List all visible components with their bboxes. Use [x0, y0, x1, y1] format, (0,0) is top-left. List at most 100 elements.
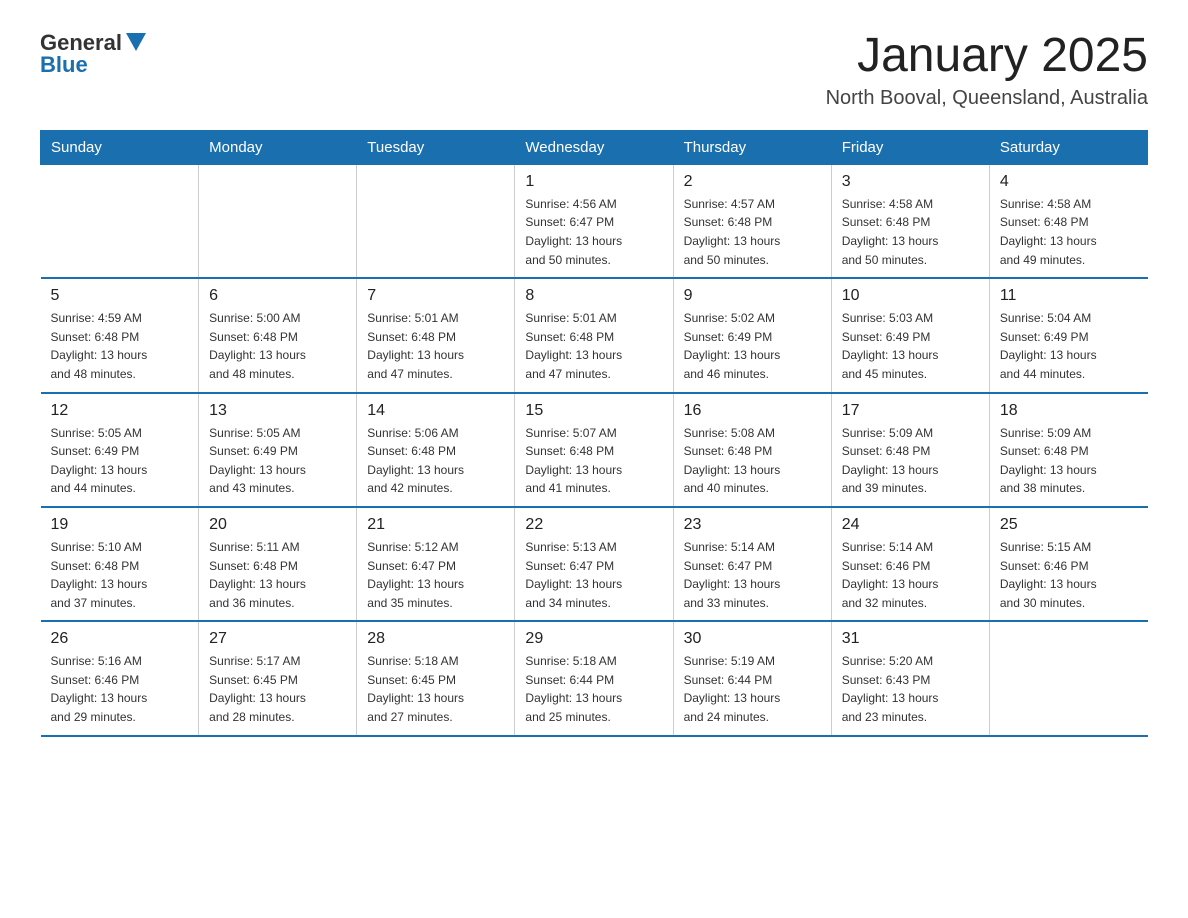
calendar-cell: 31 Sunrise: 5:20 AM Sunset: 6:43 PM Dayli… — [831, 621, 989, 735]
calendar-cell: 8 Sunrise: 5:01 AM Sunset: 6:48 PM Daylig… — [515, 278, 673, 392]
calendar-cell: 14 Sunrise: 5:06 AM Sunset: 6:48 PM Dayli… — [357, 393, 515, 507]
day-number: 29 — [525, 630, 662, 648]
calendar-header-sunday: Sunday — [41, 130, 199, 164]
day-info: Sunrise: 5:10 AM Sunset: 6:48 PM Dayligh… — [51, 538, 189, 612]
calendar-cell: 4Sunrise: 4:58 AM Sunset: 6:48 PM Daylig… — [989, 164, 1147, 278]
day-info: Sunrise: 5:02 AM Sunset: 6:49 PM Dayligh… — [684, 309, 821, 383]
logo: General Blue — [40, 30, 146, 78]
calendar-week-row: 5 Sunrise: 4:59 AM Sunset: 6:48 PM Daylig… — [41, 278, 1148, 392]
day-number: 14 — [367, 402, 504, 420]
calendar-cell: 27Sunrise: 5:17 AM Sunset: 6:45 PM Dayli… — [199, 621, 357, 735]
page-header: General Blue January 2025 North Booval, … — [40, 30, 1148, 110]
day-info: Sunrise: 5:01 AM Sunset: 6:48 PM Dayligh… — [525, 309, 662, 383]
calendar-header-wednesday: Wednesday — [515, 130, 673, 164]
day-info: Sunrise: 5:08 AM Sunset: 6:48 PM Dayligh… — [684, 424, 821, 498]
day-number: 23 — [684, 516, 821, 534]
day-number: 27 — [209, 630, 346, 648]
logo-arrow-icon — [126, 33, 146, 51]
calendar-cell — [989, 621, 1147, 735]
day-number: 28 — [367, 630, 504, 648]
calendar-header-row: SundayMondayTuesdayWednesdayThursdayFrid… — [41, 130, 1148, 164]
day-number: 31 — [842, 630, 979, 648]
calendar-cell: 20Sunrise: 5:11 AM Sunset: 6:48 PM Dayli… — [199, 507, 357, 621]
calendar-week-row: 12Sunrise: 5:05 AM Sunset: 6:49 PM Dayli… — [41, 393, 1148, 507]
day-number: 21 — [367, 516, 504, 534]
calendar-cell: 16 Sunrise: 5:08 AM Sunset: 6:48 PM Dayli… — [673, 393, 831, 507]
calendar-cell: 21 Sunrise: 5:12 AM Sunset: 6:47 PM Dayli… — [357, 507, 515, 621]
calendar-week-row: 1 Sunrise: 4:56 AM Sunset: 6:47 PM Daylig… — [41, 164, 1148, 278]
day-number: 1 — [525, 173, 662, 191]
day-number: 25 — [1000, 516, 1138, 534]
calendar-cell: 12Sunrise: 5:05 AM Sunset: 6:49 PM Dayli… — [41, 393, 199, 507]
day-info: Sunrise: 5:03 AM Sunset: 6:49 PM Dayligh… — [842, 309, 979, 383]
calendar-header-tuesday: Tuesday — [357, 130, 515, 164]
logo-blue-text: Blue — [40, 52, 88, 78]
day-number: 30 — [684, 630, 821, 648]
day-info: Sunrise: 5:07 AM Sunset: 6:48 PM Dayligh… — [525, 424, 662, 498]
day-info: Sunrise: 5:09 AM Sunset: 6:48 PM Dayligh… — [842, 424, 979, 498]
day-info: Sunrise: 4:58 AM Sunset: 6:48 PM Dayligh… — [842, 195, 979, 269]
location-title: North Booval, Queensland, Australia — [826, 87, 1148, 110]
day-number: 18 — [1000, 402, 1138, 420]
calendar-cell: 22 Sunrise: 5:13 AM Sunset: 6:47 PM Dayli… — [515, 507, 673, 621]
calendar-cell: 7 Sunrise: 5:01 AM Sunset: 6:48 PM Daylig… — [357, 278, 515, 392]
calendar-cell: 19 Sunrise: 5:10 AM Sunset: 6:48 PM Dayli… — [41, 507, 199, 621]
day-info: Sunrise: 5:14 AM Sunset: 6:47 PM Dayligh… — [684, 538, 821, 612]
day-info: Sunrise: 5:06 AM Sunset: 6:48 PM Dayligh… — [367, 424, 504, 498]
calendar-header-thursday: Thursday — [673, 130, 831, 164]
calendar-cell: 9 Sunrise: 5:02 AM Sunset: 6:49 PM Daylig… — [673, 278, 831, 392]
day-number: 5 — [51, 287, 189, 305]
day-number: 3 — [842, 173, 979, 191]
calendar-cell: 3 Sunrise: 4:58 AM Sunset: 6:48 PM Daylig… — [831, 164, 989, 278]
calendar-cell — [41, 164, 199, 278]
day-info: Sunrise: 5:18 AM Sunset: 6:45 PM Dayligh… — [367, 652, 504, 726]
calendar-cell — [357, 164, 515, 278]
day-number: 26 — [51, 630, 189, 648]
day-number: 7 — [367, 287, 504, 305]
day-info: Sunrise: 5:01 AM Sunset: 6:48 PM Dayligh… — [367, 309, 504, 383]
calendar-cell: 11Sunrise: 5:04 AM Sunset: 6:49 PM Dayli… — [989, 278, 1147, 392]
calendar-cell: 26 Sunrise: 5:16 AM Sunset: 6:46 PM Dayli… — [41, 621, 199, 735]
calendar-cell: 17Sunrise: 5:09 AM Sunset: 6:48 PM Dayli… — [831, 393, 989, 507]
day-info: Sunrise: 4:57 AM Sunset: 6:48 PM Dayligh… — [684, 195, 821, 269]
day-number: 24 — [842, 516, 979, 534]
day-number: 19 — [51, 516, 189, 534]
day-info: Sunrise: 5:16 AM Sunset: 6:46 PM Dayligh… — [51, 652, 189, 726]
day-info: Sunrise: 5:14 AM Sunset: 6:46 PM Dayligh… — [842, 538, 979, 612]
title-section: January 2025 North Booval, Queensland, A… — [826, 30, 1148, 110]
day-number: 8 — [525, 287, 662, 305]
day-info: Sunrise: 5:04 AM Sunset: 6:49 PM Dayligh… — [1000, 309, 1138, 383]
day-number: 9 — [684, 287, 821, 305]
day-number: 10 — [842, 287, 979, 305]
day-info: Sunrise: 5:19 AM Sunset: 6:44 PM Dayligh… — [684, 652, 821, 726]
day-info: Sunrise: 4:56 AM Sunset: 6:47 PM Dayligh… — [525, 195, 662, 269]
calendar-cell: 15 Sunrise: 5:07 AM Sunset: 6:48 PM Dayli… — [515, 393, 673, 507]
calendar-cell: 13Sunrise: 5:05 AM Sunset: 6:49 PM Dayli… — [199, 393, 357, 507]
day-info: Sunrise: 5:00 AM Sunset: 6:48 PM Dayligh… — [209, 309, 346, 383]
day-info: Sunrise: 4:59 AM Sunset: 6:48 PM Dayligh… — [51, 309, 189, 383]
day-info: Sunrise: 5:18 AM Sunset: 6:44 PM Dayligh… — [525, 652, 662, 726]
calendar-cell: 2 Sunrise: 4:57 AM Sunset: 6:48 PM Daylig… — [673, 164, 831, 278]
day-number: 16 — [684, 402, 821, 420]
day-info: Sunrise: 5:20 AM Sunset: 6:43 PM Dayligh… — [842, 652, 979, 726]
calendar-cell: 29 Sunrise: 5:18 AM Sunset: 6:44 PM Dayli… — [515, 621, 673, 735]
day-number: 2 — [684, 173, 821, 191]
day-number: 6 — [209, 287, 346, 305]
calendar-cell: 18 Sunrise: 5:09 AM Sunset: 6:48 PM Dayli… — [989, 393, 1147, 507]
calendar-header-friday: Friday — [831, 130, 989, 164]
day-number: 15 — [525, 402, 662, 420]
calendar-week-row: 19 Sunrise: 5:10 AM Sunset: 6:48 PM Dayli… — [41, 507, 1148, 621]
calendar-cell: 28 Sunrise: 5:18 AM Sunset: 6:45 PM Dayli… — [357, 621, 515, 735]
calendar-table: SundayMondayTuesdayWednesdayThursdayFrid… — [40, 130, 1148, 737]
day-info: Sunrise: 5:05 AM Sunset: 6:49 PM Dayligh… — [51, 424, 189, 498]
day-info: Sunrise: 5:12 AM Sunset: 6:47 PM Dayligh… — [367, 538, 504, 612]
day-info: Sunrise: 5:05 AM Sunset: 6:49 PM Dayligh… — [209, 424, 346, 498]
day-info: Sunrise: 5:13 AM Sunset: 6:47 PM Dayligh… — [525, 538, 662, 612]
day-info: Sunrise: 5:11 AM Sunset: 6:48 PM Dayligh… — [209, 538, 346, 612]
day-info: Sunrise: 4:58 AM Sunset: 6:48 PM Dayligh… — [1000, 195, 1138, 269]
calendar-header-monday: Monday — [199, 130, 357, 164]
day-number: 22 — [525, 516, 662, 534]
calendar-header-saturday: Saturday — [989, 130, 1147, 164]
day-info: Sunrise: 5:09 AM Sunset: 6:48 PM Dayligh… — [1000, 424, 1138, 498]
calendar-cell: 24 Sunrise: 5:14 AM Sunset: 6:46 PM Dayli… — [831, 507, 989, 621]
